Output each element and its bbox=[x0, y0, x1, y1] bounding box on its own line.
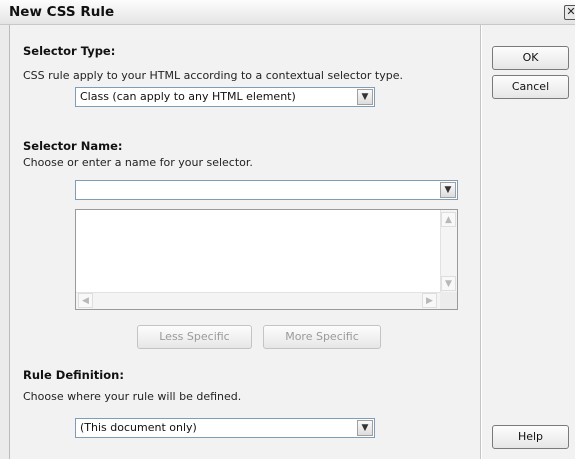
rule-definition-value: (This document only) bbox=[80, 421, 197, 434]
chevron-down-icon[interactable]: ▼ bbox=[357, 89, 373, 105]
rule-definition-description: Choose where your rule will be defined. bbox=[23, 390, 242, 403]
scrollbar-corner bbox=[440, 292, 457, 309]
rule-definition-heading: Rule Definition: bbox=[23, 368, 124, 382]
less-specific-button[interactable]: Less Specific bbox=[137, 325, 252, 349]
dialog-title: New CSS Rule bbox=[9, 4, 115, 20]
selector-type-value: Class (can apply to any HTML element) bbox=[80, 90, 296, 103]
horizontal-scrollbar[interactable]: ◀ ▶ bbox=[76, 292, 441, 309]
arrow-right-icon[interactable]: ▶ bbox=[422, 293, 437, 308]
close-icon[interactable]: ✕ bbox=[564, 5, 575, 20]
selector-type-description: CSS rule apply to your HTML according to… bbox=[23, 69, 403, 82]
chevron-down-icon[interactable]: ▼ bbox=[440, 182, 456, 198]
ok-button[interactable]: OK bbox=[492, 46, 569, 70]
help-button[interactable]: Help bbox=[492, 425, 569, 449]
arrow-down-icon[interactable]: ▼ bbox=[441, 276, 456, 291]
chevron-down-icon[interactable]: ▼ bbox=[357, 420, 373, 436]
title-bar: New CSS Rule ✕ bbox=[0, 0, 575, 25]
selector-name-heading: Selector Name: bbox=[23, 139, 123, 153]
dialog-left-edge bbox=[0, 25, 10, 459]
selector-preview-list[interactable]: ▲ ▼ ◀ ▶ bbox=[75, 209, 458, 310]
rule-definition-select[interactable]: (This document only) ▼ bbox=[75, 418, 375, 438]
more-specific-button[interactable]: More Specific bbox=[263, 325, 381, 349]
arrow-left-icon[interactable]: ◀ bbox=[78, 293, 93, 308]
selector-type-select[interactable]: Class (can apply to any HTML element) ▼ bbox=[75, 87, 375, 107]
selector-type-heading: Selector Type: bbox=[23, 44, 116, 58]
vertical-scrollbar[interactable]: ▲ ▼ bbox=[440, 210, 457, 293]
buttons-divider-highlight bbox=[481, 25, 482, 459]
selector-name-combo[interactable]: ▼ bbox=[75, 180, 458, 200]
selector-name-description: Choose or enter a name for your selector… bbox=[23, 156, 253, 169]
cancel-button[interactable]: Cancel bbox=[492, 75, 569, 99]
arrow-up-icon[interactable]: ▲ bbox=[441, 212, 456, 227]
